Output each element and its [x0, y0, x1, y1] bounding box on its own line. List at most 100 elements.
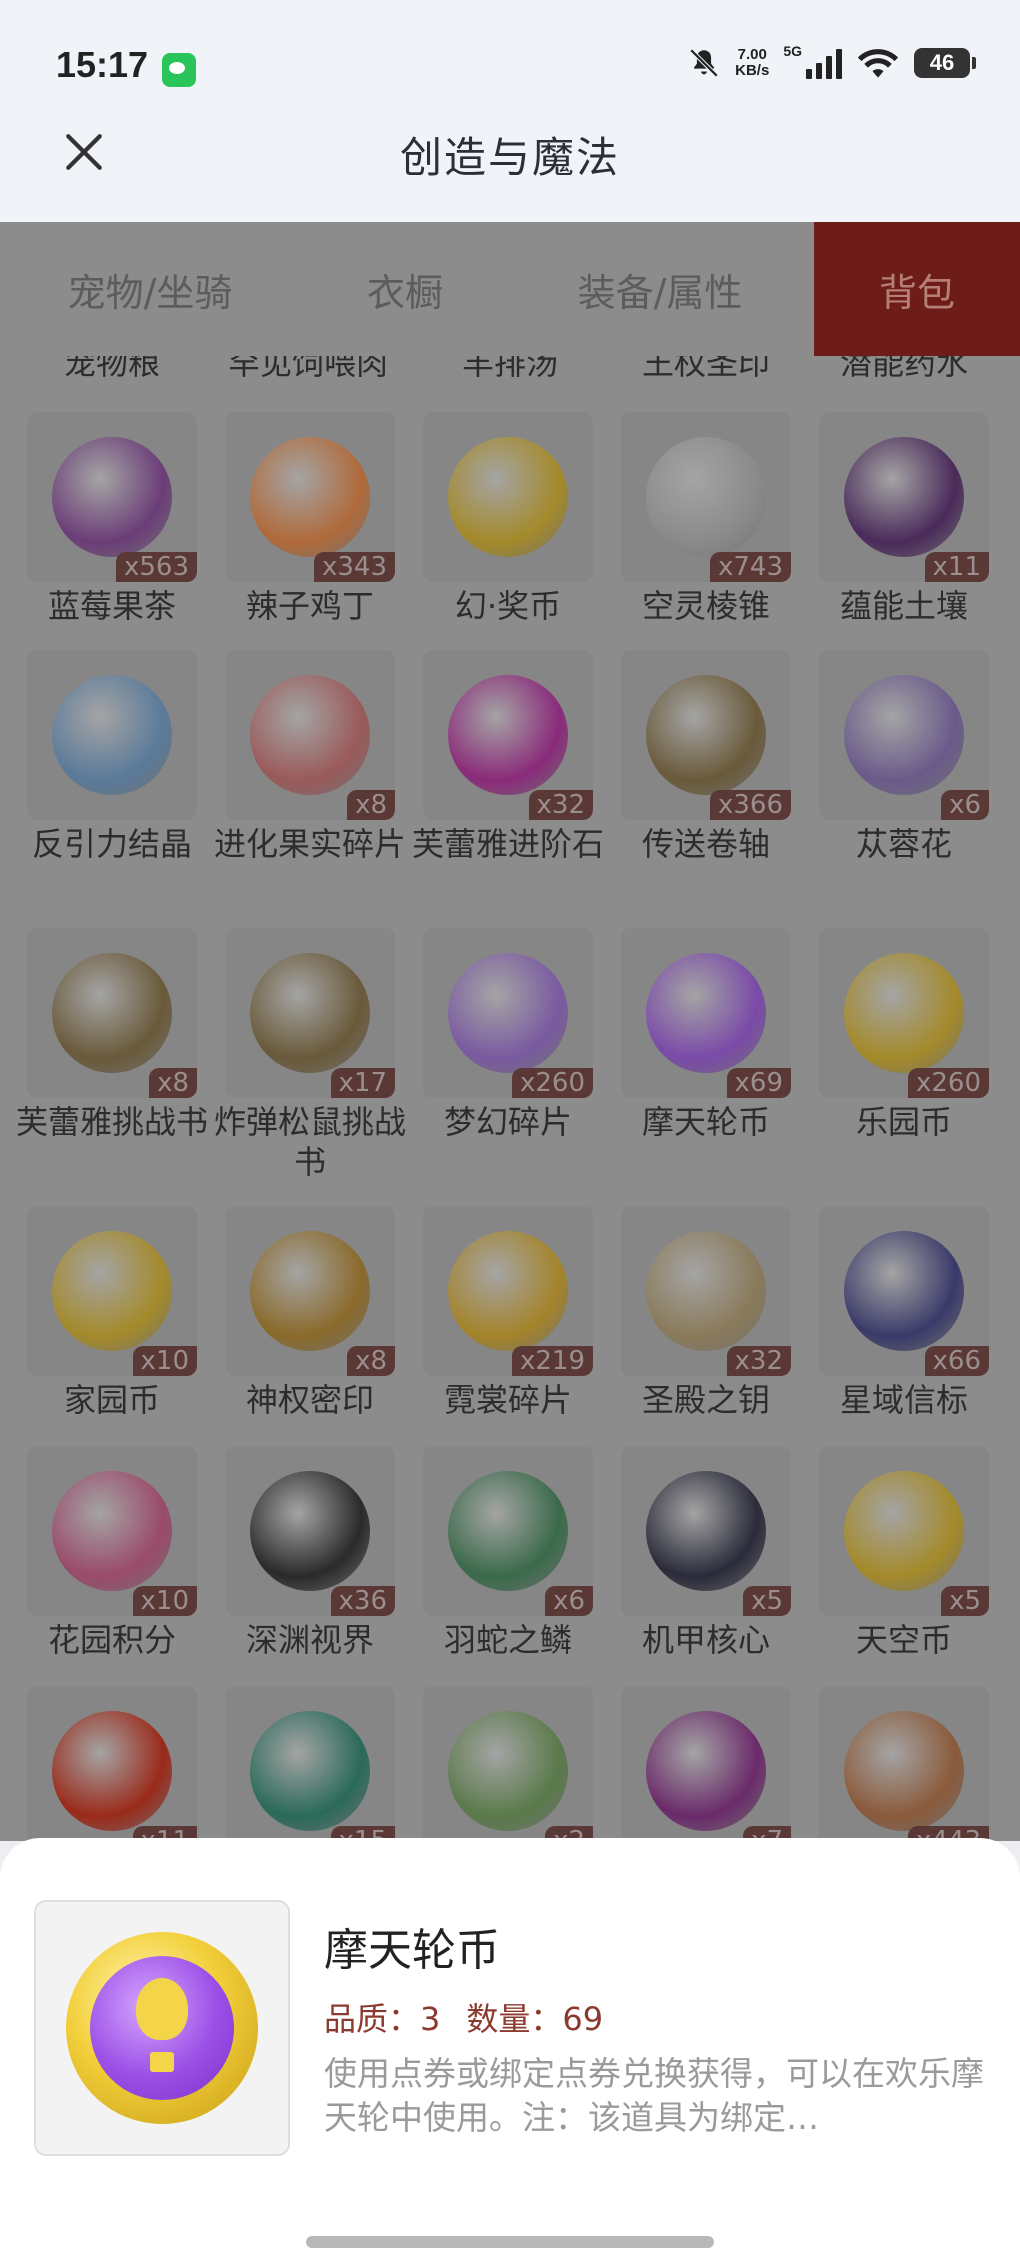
- item-icon: [52, 1231, 172, 1351]
- item-card: x10: [27, 1206, 197, 1376]
- inventory-item[interactable]: x10 家园币: [12, 1206, 212, 1420]
- inventory-item[interactable]: 幻·奖币: [408, 412, 608, 626]
- item-card: x563: [27, 412, 197, 582]
- item-icon: [646, 953, 766, 1073]
- inventory-item[interactable]: x66 星域信标: [804, 1206, 1004, 1420]
- item-detail-image: [34, 1900, 290, 2156]
- item-icon: [844, 953, 964, 1073]
- partial-item-name: 潜能药水: [840, 356, 969, 382]
- status-icons: 7.00 KB/s 5G 46: [687, 43, 976, 80]
- item-name: 天空币: [855, 1621, 952, 1659]
- tab-pets-mounts[interactable]: 宠物/坐骑: [30, 222, 270, 356]
- item-icon: [250, 1231, 370, 1351]
- item-icon: [250, 675, 370, 795]
- inventory-item[interactable]: x7: [606, 1686, 806, 1841]
- inventory-item[interactable]: x11: [12, 1686, 212, 1841]
- item-icon: [646, 437, 766, 557]
- item-icon: [844, 675, 964, 795]
- inventory-item[interactable]: x6 羽蛇之鳞: [408, 1446, 608, 1660]
- partial-item-name: 王权圣印: [642, 356, 771, 382]
- inventory-item[interactable]: x563 蓝莓果茶: [12, 412, 212, 626]
- inventory-item[interactable]: x32 芙蕾雅进阶石: [408, 650, 608, 864]
- item-name: 家园币: [63, 1381, 160, 1419]
- item-icon: [448, 953, 568, 1073]
- item-icon: [448, 1231, 568, 1351]
- item-card: x8: [225, 1206, 395, 1376]
- inventory-item[interactable]: x8 神权密印: [210, 1206, 410, 1420]
- item-count: x260: [511, 1068, 593, 1098]
- inventory-item[interactable]: x366 传送卷轴: [606, 650, 806, 864]
- item-name: 羽蛇之鳞: [443, 1621, 572, 1659]
- item-name: 机甲核心: [641, 1621, 770, 1659]
- inventory-item[interactable]: x5 机甲核心: [606, 1446, 806, 1660]
- inventory-item[interactable]: x2: [408, 1686, 608, 1841]
- inventory-item[interactable]: x260 乐园币: [804, 928, 1004, 1142]
- item-name: 乐园币: [855, 1103, 952, 1141]
- item-name: 芙蕾雅挑战书: [15, 1103, 208, 1141]
- inventory-item[interactable]: x6 苁蓉花: [804, 650, 1004, 864]
- item-card: x6: [423, 1446, 593, 1616]
- network-speed-value: 7.00: [737, 46, 767, 63]
- inventory-item[interactable]: x443: [804, 1686, 1004, 1841]
- item-icon: [250, 1711, 370, 1831]
- item-card: x366: [621, 650, 791, 820]
- inventory-item[interactable]: x343 辣子鸡丁: [210, 412, 410, 626]
- item-count: x32: [528, 790, 593, 820]
- item-card: x443: [819, 1686, 989, 1841]
- inventory-item[interactable]: x32 圣殿之钥: [606, 1206, 806, 1420]
- item-quantity: 数量：69: [466, 2000, 604, 2038]
- inventory-item[interactable]: x5 天空币: [804, 1446, 1004, 1660]
- item-count: x343: [313, 552, 395, 582]
- item-count: x5: [743, 1586, 791, 1616]
- item-count: x8: [347, 790, 395, 820]
- inventory-item[interactable]: x260 梦幻碎片: [408, 928, 608, 1142]
- bell-muted-icon: [689, 48, 719, 78]
- inventory-item[interactable]: x36 深渊视界: [210, 1446, 410, 1660]
- inventory-item[interactable]: x219 霓裳碎片: [408, 1206, 608, 1420]
- item-icon: [448, 1711, 568, 1831]
- wechat-notification-icon: [162, 53, 196, 87]
- inventory-item[interactable]: x8 进化果实碎片: [210, 650, 410, 864]
- inventory-item[interactable]: x15: [210, 1686, 410, 1841]
- inventory-item[interactable]: x743 空灵棱锥: [606, 412, 806, 626]
- item-icon: [646, 1711, 766, 1831]
- item-name: 圣殿之钥: [641, 1381, 770, 1419]
- item-detail-sheet: 摩天轮币 品质：3 数量：69 使用点券或绑定点券兑换获得，可以在欢乐摩天轮中使…: [0, 1838, 1020, 2267]
- item-count: x366: [709, 790, 791, 820]
- item-icon: [250, 953, 370, 1073]
- item-count: x6: [545, 1586, 593, 1616]
- item-name: 摩天轮币: [641, 1103, 770, 1141]
- app-header: 创造与魔法: [0, 110, 1020, 222]
- item-name: 梦幻碎片: [443, 1103, 572, 1141]
- battery-icon: 46: [914, 48, 976, 78]
- item-name: 神权密印: [245, 1381, 374, 1419]
- item-icon: [844, 1231, 964, 1351]
- partial-item-name: 羊排汤: [462, 356, 559, 382]
- tab-wardrobe[interactable]: 衣橱: [300, 222, 510, 356]
- item-card: x6: [819, 650, 989, 820]
- item-card: [423, 412, 593, 582]
- inventory-item[interactable]: x8 芙蕾雅挑战书: [12, 928, 212, 1142]
- item-count: x743: [709, 552, 791, 582]
- item-name: 幻·奖币: [454, 587, 562, 625]
- item-count: x66: [924, 1346, 989, 1376]
- item-card: x11: [819, 412, 989, 582]
- home-indicator[interactable]: [306, 2236, 714, 2248]
- item-card: x343: [225, 412, 395, 582]
- inventory-item[interactable]: 反引力结晶: [12, 650, 212, 864]
- item-icon: [646, 675, 766, 795]
- inventory-item[interactable]: x11 蕴能土壤: [804, 412, 1004, 626]
- tab-equipment[interactable]: 装备/属性: [540, 222, 780, 356]
- inventory-item[interactable]: x69 摩天轮币: [606, 928, 806, 1142]
- item-card: x36: [225, 1446, 395, 1616]
- item-count: x8: [149, 1068, 197, 1098]
- inventory-item[interactable]: x17 炸弹松鼠挑战书: [210, 928, 410, 1182]
- inventory-item[interactable]: x10 花园积分: [12, 1446, 212, 1660]
- tab-backpack[interactable]: 背包: [814, 222, 1020, 356]
- item-name: 深渊视界: [245, 1621, 374, 1659]
- item-card: x743: [621, 412, 791, 582]
- item-icon: [844, 1711, 964, 1831]
- network-speed-unit: KB/s: [735, 62, 770, 79]
- item-card: x7: [621, 1686, 791, 1841]
- ferris-wheel-coin-icon: [66, 1932, 258, 2124]
